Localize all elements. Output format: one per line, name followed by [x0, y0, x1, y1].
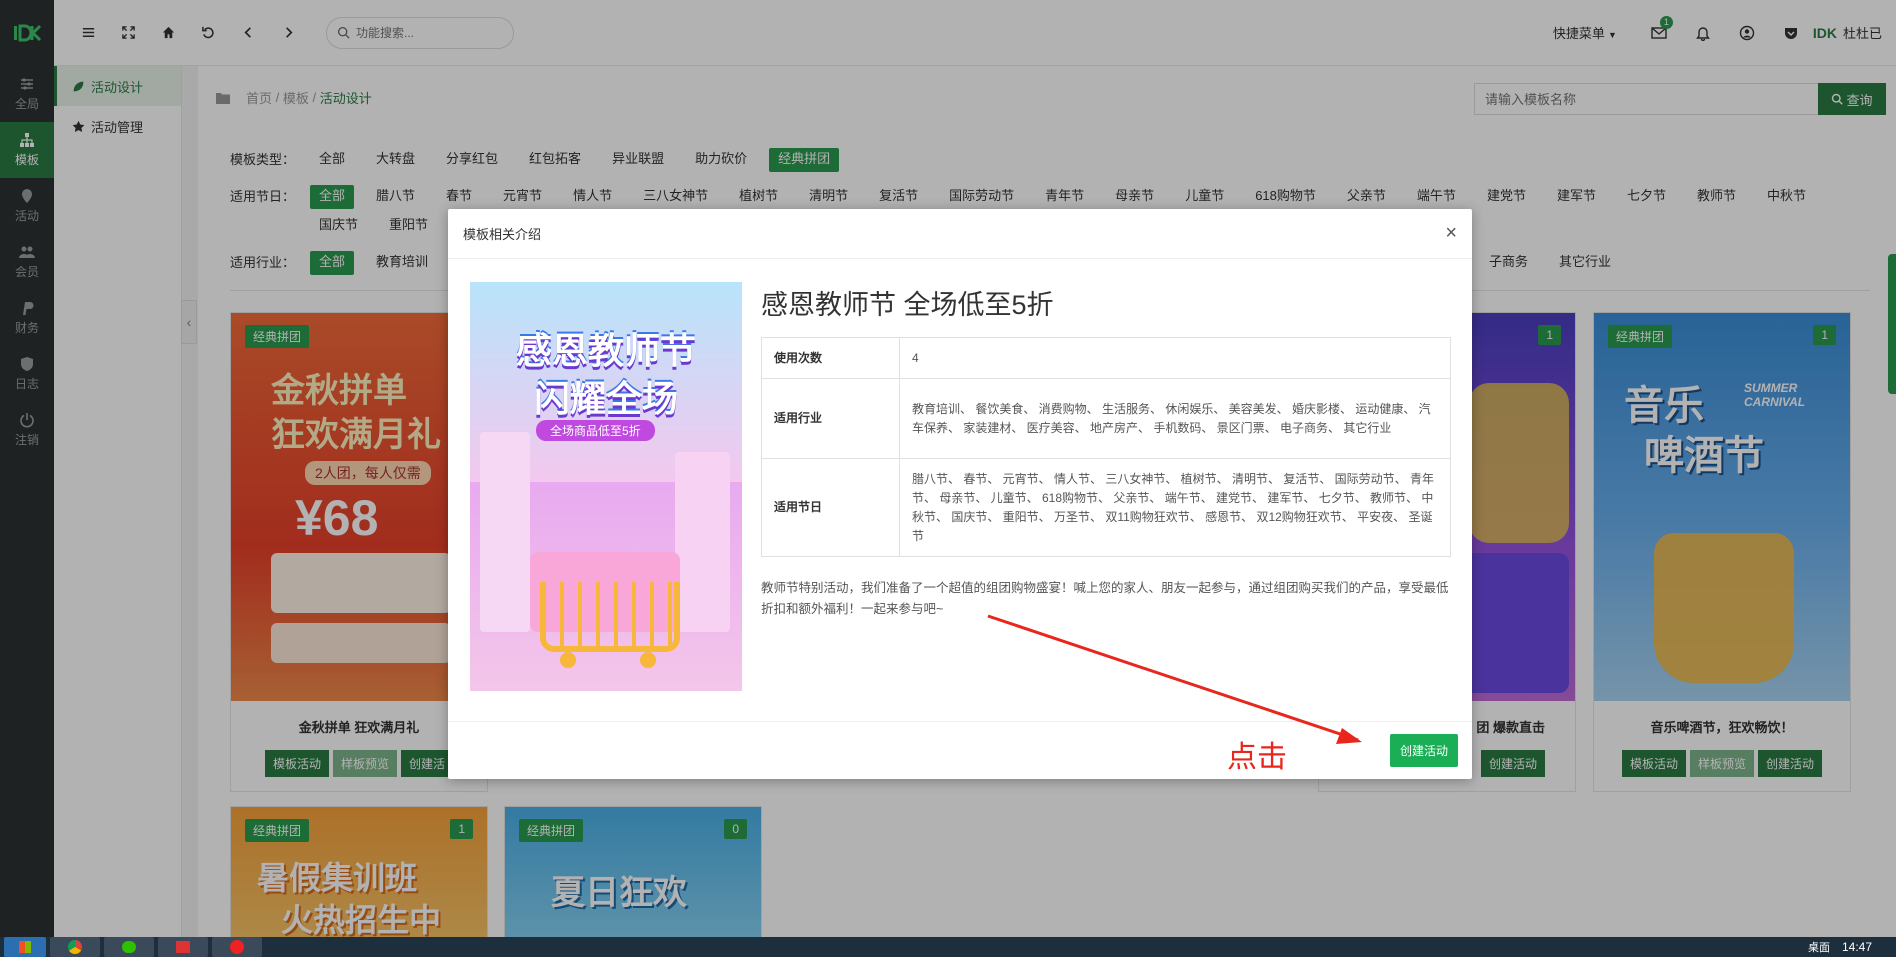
- image-title: 闪耀全场: [533, 378, 678, 419]
- taskbar-wechat[interactable]: [104, 937, 154, 957]
- image-subtitle: 全场商品低至5折: [536, 420, 655, 441]
- annotation-hint: 点击: [1227, 741, 1287, 774]
- row-key: 适用节日: [761, 458, 900, 557]
- table-row: 使用次数 4: [761, 337, 1451, 379]
- wechat-icon: [122, 941, 136, 953]
- os-taskbar: 桌面 14:47: [0, 937, 1896, 957]
- image-cart-wheel: [560, 652, 576, 668]
- row-value: 教育培训、 餐饮美食、 消费购物、 生活服务、 休闲娱乐、 美容美发、 婚庆影楼…: [899, 378, 1451, 459]
- table-row: 适用行业 教育培训、 餐饮美食、 消费购物、 生活服务、 休闲娱乐、 美容美发、…: [761, 378, 1451, 459]
- template-title: 感恩教师节 全场低至5折: [761, 290, 1054, 320]
- template-intro-modal: 模板相关介绍 × 感恩教师节 闪耀全场 全场商品低至5折 感恩教师节 全场低至5…: [448, 209, 1472, 779]
- image-shopping-cart: [540, 582, 680, 652]
- windows-icon: [19, 941, 31, 953]
- taskbar-app[interactable]: [212, 937, 262, 957]
- app-icon: [230, 940, 244, 954]
- image-building: [675, 452, 730, 632]
- app-icon: [176, 941, 190, 953]
- taskbar-app[interactable]: [158, 937, 208, 957]
- create-activity-button[interactable]: 创建活动: [1389, 734, 1458, 767]
- modal-title: 模板相关介绍: [463, 227, 542, 242]
- taskbar-chrome[interactable]: [50, 937, 100, 957]
- image-building: [480, 432, 530, 632]
- template-info-table: 使用次数 4 适用行业 教育培训、 餐饮美食、 消费购物、 生活服务、 休闲娱乐…: [761, 337, 1451, 557]
- row-value: 4: [899, 337, 1451, 379]
- template-description: 教师节特别活动，我们准备了一个超值的组团购物盛宴！喊上您的家人、朋友一起参与，通…: [761, 581, 1449, 616]
- row-key: 使用次数: [761, 337, 900, 379]
- row-value: 腊八节、 春节、 元宵节、 情人节、 三八女神节、 植树节、 清明节、 复活节、…: [899, 458, 1451, 557]
- start-button[interactable]: [4, 937, 46, 957]
- image-title: 感恩教师节: [515, 330, 696, 371]
- template-preview-image: 感恩教师节 闪耀全场 全场商品低至5折: [470, 282, 742, 691]
- image-cart-wheel: [640, 652, 656, 668]
- close-icon[interactable]: ×: [1445, 222, 1457, 245]
- chrome-icon: [68, 940, 82, 954]
- modal-footer-divider: [448, 721, 1472, 722]
- taskbar-clock: 14:47: [1841, 940, 1872, 954]
- modal-header: 模板相关介绍 ×: [448, 209, 1472, 259]
- table-row: 适用节日 腊八节、 春节、 元宵节、 情人节、 三八女神节、 植树节、 清明节、…: [761, 458, 1451, 557]
- row-key: 适用行业: [761, 378, 900, 459]
- tray-desktop[interactable]: 桌面: [1808, 939, 1830, 955]
